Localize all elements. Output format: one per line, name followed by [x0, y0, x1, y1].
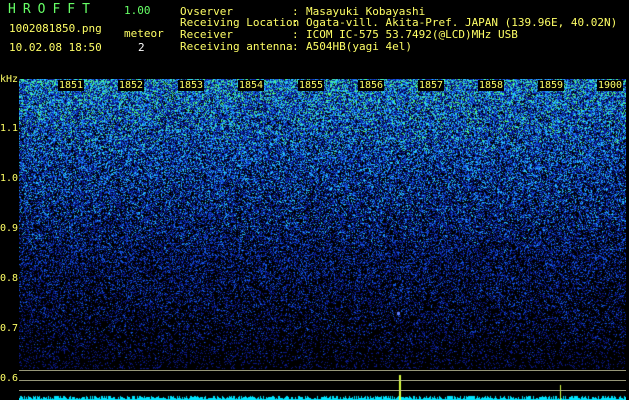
file-name: 1002081850.png	[9, 22, 102, 35]
y-tick-label: 0.8	[0, 273, 19, 284]
y-axis: 1.1 1.0 0.9 0.8 0.7 0.6	[0, 74, 19, 400]
x-tick-label: 1853	[178, 80, 205, 91]
x-tick-label: 1851	[58, 80, 85, 91]
x-tick-label: 1900	[597, 80, 624, 91]
y-tick-label: 0.7	[0, 323, 19, 334]
x-tick-label: 1859	[538, 80, 565, 91]
y-tick-label: 1.1	[0, 123, 19, 134]
x-tick-label: 1857	[418, 80, 445, 91]
x-tick-label: 1856	[358, 80, 385, 91]
reference-line	[19, 380, 626, 381]
app-version: 1.00	[124, 4, 151, 17]
x-tick-label: 1855	[298, 80, 325, 91]
reference-line	[19, 390, 626, 391]
header-panel: HROFFT 1.00 1002081850.png meteor 10.02.…	[0, 0, 629, 74]
meteor-count: 2	[138, 41, 145, 54]
app-title: HROFFT	[8, 2, 97, 17]
x-tick-label: 1854	[238, 80, 265, 91]
antenna-key: Receiving antenna	[180, 40, 293, 53]
x-tick-label: 1852	[118, 80, 145, 91]
meteor-label: meteor	[124, 27, 164, 40]
x-tick-label: 1858	[478, 80, 505, 91]
y-tick-label: 1.0	[0, 173, 19, 184]
antenna-value: A504HB(yagi 4el)	[306, 40, 412, 53]
reference-line	[19, 370, 626, 371]
y-tick-label: 0.9	[0, 223, 19, 234]
spectrogram-canvas	[19, 79, 626, 400]
date-time: 10.02.08 18:50	[9, 41, 102, 54]
y-tick-label: 0.6	[0, 373, 19, 384]
antenna-sep: :	[292, 40, 299, 53]
